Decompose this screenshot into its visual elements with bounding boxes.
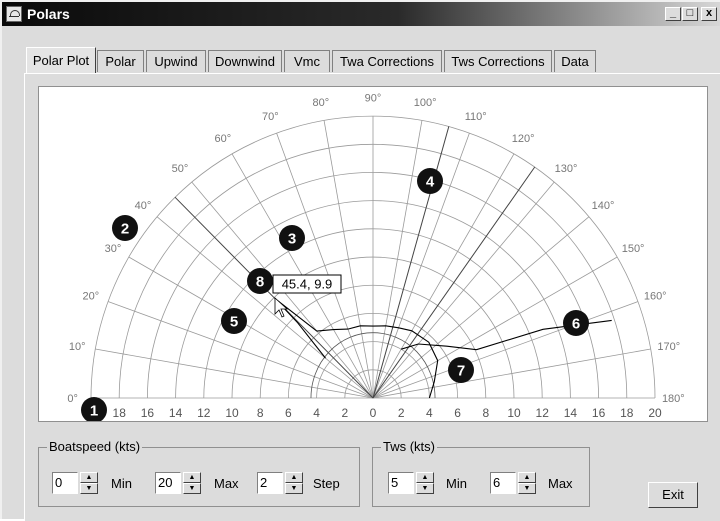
maximize-button[interactable]: □ bbox=[682, 7, 698, 21]
spin-down-icon[interactable]: ▼ bbox=[80, 483, 98, 494]
grid-spoke bbox=[156, 216, 374, 399]
speed-tick-label: 16 bbox=[592, 406, 606, 420]
speed-tick-label: 8 bbox=[482, 406, 489, 420]
title-bar: Polars _ □ x bbox=[2, 2, 720, 26]
tab-vmc[interactable]: Vmc bbox=[284, 50, 330, 72]
minimize-button[interactable]: _ bbox=[665, 7, 681, 21]
spin-down-icon[interactable]: ▼ bbox=[183, 483, 201, 494]
speed-tick-label: 8 bbox=[257, 406, 264, 420]
tws-min-value[interactable]: 5 bbox=[388, 472, 414, 494]
cursor-icon bbox=[274, 297, 289, 318]
speed-tick-label: 18 bbox=[113, 406, 127, 420]
boatspeed-max-value[interactable]: 20 bbox=[155, 472, 181, 494]
polar-chart: 0°10°20°30°40°50°60°70°80° 90° 100°110°120… bbox=[67, 93, 685, 421]
speed-tick-label: 6 bbox=[285, 406, 292, 420]
spin-up-icon[interactable]: ▲ bbox=[518, 472, 536, 483]
spin-up-icon[interactable]: ▲ bbox=[183, 472, 201, 483]
speed-tick-label: 12 bbox=[536, 406, 550, 420]
angle-label: 180° bbox=[662, 393, 685, 405]
speed-tick-label: 4 bbox=[426, 406, 433, 420]
app-icon bbox=[6, 6, 22, 22]
exit-button[interactable]: Exit bbox=[648, 482, 698, 508]
angle-label: 140° bbox=[592, 200, 615, 212]
tab-twa-corrections[interactable]: Twa Corrections bbox=[332, 50, 442, 72]
callout-number: 4 bbox=[426, 174, 435, 191]
boatspeed-step-value[interactable]: 2 bbox=[257, 472, 283, 494]
tws-min-label: Min bbox=[446, 476, 467, 491]
angle-label: 10° bbox=[69, 341, 86, 353]
tws-group-label: Tws (kts) bbox=[381, 439, 437, 454]
speed-tick-label: 0 bbox=[370, 406, 377, 420]
angle-label: 80° bbox=[313, 97, 330, 109]
angle-ray bbox=[372, 126, 450, 399]
speed-tick-label: 10 bbox=[225, 406, 239, 420]
boatspeed-step-label: Step bbox=[313, 476, 340, 491]
tab-polar-plot[interactable]: Polar Plot bbox=[26, 47, 96, 73]
tab-polar[interactable]: Polar bbox=[97, 50, 144, 72]
angle-label: 50° bbox=[172, 163, 189, 175]
angle-label: 120° bbox=[512, 133, 535, 145]
angle-label: 160° bbox=[644, 290, 667, 302]
spin-down-icon[interactable]: ▼ bbox=[285, 483, 303, 494]
spin-down-icon[interactable]: ▼ bbox=[518, 483, 536, 494]
angle-label: 40° bbox=[135, 200, 152, 212]
speed-tick-label: 18 bbox=[620, 406, 634, 420]
spin-up-icon[interactable]: ▲ bbox=[416, 472, 434, 483]
tab-tws-corrections[interactable]: Tws Corrections bbox=[444, 50, 552, 72]
angle-label: 150° bbox=[622, 243, 645, 255]
value-tooltip: 45.4, 9.9 bbox=[282, 277, 333, 292]
speed-tick-label: 20 bbox=[648, 406, 662, 420]
angle-label: 30° bbox=[105, 243, 122, 255]
boatspeed-min-label: Min bbox=[111, 476, 132, 491]
polar-plot-area[interactable]: 0° 10° 20° 30° 40° 50° 60° 70° 80° 90° 100° 110° 120… bbox=[38, 86, 708, 422]
angle-label: 70° bbox=[262, 111, 279, 123]
close-button[interactable]: x bbox=[701, 7, 717, 21]
angle-label: 170° bbox=[657, 341, 680, 353]
speed-tick-label: 14 bbox=[169, 406, 183, 420]
spin-up-icon[interactable]: ▲ bbox=[285, 472, 303, 483]
tab-data[interactable]: Data bbox=[554, 50, 596, 72]
angle-label: 0° bbox=[67, 393, 78, 405]
callout-number: 8 bbox=[256, 274, 264, 291]
window-title: Polars bbox=[27, 6, 70, 22]
callout-number: 5 bbox=[230, 314, 238, 331]
boatspeed-group-label: Boatspeed (kts) bbox=[47, 439, 143, 454]
speed-tick-label: 10 bbox=[507, 406, 521, 420]
callout-number: 1 bbox=[90, 403, 98, 420]
spin-up-icon[interactable]: ▲ bbox=[80, 472, 98, 483]
tws-max-value[interactable]: 6 bbox=[490, 472, 516, 494]
speed-tick-label: 4 bbox=[313, 406, 320, 420]
boatspeed-min-value[interactable]: 0 bbox=[52, 472, 78, 494]
callout-number: 7 bbox=[457, 363, 465, 380]
angle-label: 90° bbox=[365, 93, 382, 105]
callout-number: 3 bbox=[288, 231, 296, 248]
angle-label: 130° bbox=[555, 163, 578, 175]
speed-tick-label: 2 bbox=[341, 406, 348, 420]
spin-down-icon[interactable]: ▼ bbox=[416, 483, 434, 494]
callout-number: 6 bbox=[572, 316, 580, 333]
tab-upwind[interactable]: Upwind bbox=[146, 50, 206, 72]
speed-tick-label: 6 bbox=[454, 406, 461, 420]
speed-tick-label: 14 bbox=[564, 406, 578, 420]
tws-max-label: Max bbox=[548, 476, 573, 491]
angle-label: 20° bbox=[82, 290, 99, 302]
angle-label: 60° bbox=[215, 133, 232, 145]
polars-window: Polars _ □ x Polar Plot Polar Upwind Dow… bbox=[0, 0, 720, 521]
callout-number: 2 bbox=[121, 221, 129, 238]
tab-downwind[interactable]: Downwind bbox=[208, 50, 282, 72]
angle-label: 110° bbox=[465, 111, 487, 123]
speed-tick-label: 2 bbox=[398, 406, 405, 420]
angle-label: 100° bbox=[414, 97, 437, 109]
speed-tick-label: 16 bbox=[141, 406, 155, 420]
speed-tick-label: 12 bbox=[197, 406, 211, 420]
boatspeed-max-label: Max bbox=[214, 476, 239, 491]
